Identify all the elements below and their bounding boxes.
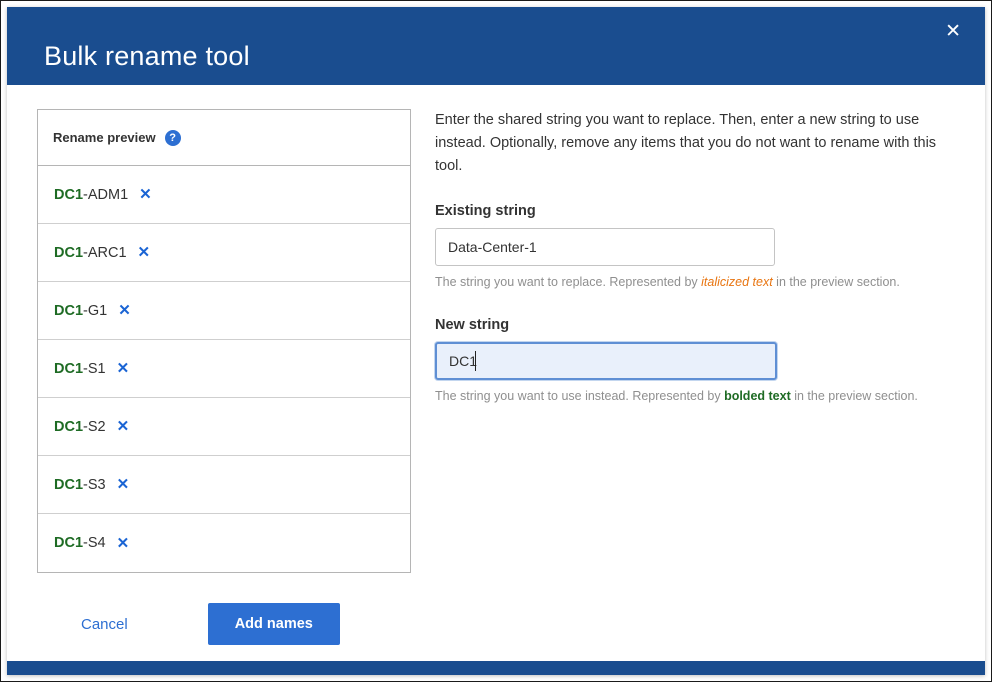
- remove-item-icon[interactable]: ✕: [117, 477, 130, 492]
- rename-preview-panel: Rename preview ? DC1-ADM1 ✕ DC1-ARC1 ✕ D…: [37, 109, 411, 661]
- item-rest-part: -S3: [83, 477, 106, 493]
- item-rest-part: -ADM1: [83, 187, 128, 203]
- close-icon[interactable]: ✕: [945, 22, 961, 41]
- item-rest-part: -ARC1: [83, 245, 127, 261]
- item-rest-part: -S2: [83, 419, 106, 435]
- new-string-input[interactable]: [435, 342, 777, 380]
- modal-footer-bar: [7, 661, 985, 675]
- helper-text: The string you want to replace. Represen…: [435, 275, 701, 289]
- remove-item-icon[interactable]: ✕: [117, 419, 130, 434]
- item-rest-part: -G1: [83, 303, 107, 319]
- cancel-button[interactable]: Cancel: [81, 616, 128, 633]
- help-icon[interactable]: ?: [165, 130, 181, 146]
- item-new-part: DC1: [54, 245, 83, 261]
- preview-row: DC1-S3 ✕: [38, 456, 410, 514]
- new-string-input-wrap: [435, 342, 777, 380]
- italicized-text-highlight: italicized text: [701, 275, 773, 289]
- remove-item-icon[interactable]: ✕: [117, 361, 130, 376]
- preview-row: DC1-S2 ✕: [38, 398, 410, 456]
- item-new-part: DC1: [54, 477, 83, 493]
- preview-row: DC1-S4 ✕: [38, 514, 410, 572]
- modal-title: Bulk rename tool: [44, 41, 250, 72]
- add-names-button[interactable]: Add names: [208, 603, 340, 645]
- helper-text: The string you want to use instead. Repr…: [435, 389, 724, 403]
- modal-header: Bulk rename tool ✕: [7, 7, 985, 85]
- remove-item-icon[interactable]: ✕: [139, 187, 152, 202]
- remove-item-icon[interactable]: ✕: [117, 536, 130, 551]
- remove-item-icon[interactable]: ✕: [138, 245, 151, 260]
- item-new-part: DC1: [54, 187, 83, 203]
- bulk-rename-modal: Bulk rename tool ✕ Rename preview ? DC1-…: [7, 7, 985, 675]
- preview-row: DC1-ARC1 ✕: [38, 224, 410, 282]
- intro-text: Enter the shared string you want to repl…: [435, 109, 940, 179]
- rename-preview-table: Rename preview ? DC1-ADM1 ✕ DC1-ARC1 ✕ D…: [37, 109, 411, 573]
- text-caret: [475, 351, 476, 371]
- new-string-helper: The string you want to use instead. Repr…: [435, 389, 957, 403]
- item-new-part: DC1: [54, 361, 83, 377]
- remove-item-icon[interactable]: ✕: [118, 303, 131, 318]
- existing-string-helper: The string you want to replace. Represen…: [435, 275, 957, 289]
- new-string-label: New string: [435, 317, 957, 333]
- rename-preview-header: Rename preview ?: [38, 110, 410, 166]
- item-new-part: DC1: [54, 419, 83, 435]
- preview-row: DC1-G1 ✕: [38, 282, 410, 340]
- item-rest-part: -S1: [83, 361, 106, 377]
- item-new-part: DC1: [54, 535, 83, 551]
- preview-row: DC1-ADM1 ✕: [38, 166, 410, 224]
- modal-actions: Cancel Add names: [37, 603, 411, 645]
- helper-text: in the preview section.: [791, 389, 918, 403]
- existing-string-input[interactable]: [435, 228, 775, 266]
- rename-preview-title: Rename preview: [53, 130, 156, 145]
- bolded-text-highlight: bolded text: [724, 389, 791, 403]
- rename-form-panel: Enter the shared string you want to repl…: [411, 109, 957, 661]
- existing-string-label: Existing string: [435, 203, 957, 219]
- modal-body: Rename preview ? DC1-ADM1 ✕ DC1-ARC1 ✕ D…: [7, 85, 985, 661]
- item-new-part: DC1: [54, 303, 83, 319]
- item-rest-part: -S4: [83, 535, 106, 551]
- helper-text: in the preview section.: [773, 275, 900, 289]
- preview-row: DC1-S1 ✕: [38, 340, 410, 398]
- screen: Bulk rename tool ✕ Rename preview ? DC1-…: [0, 0, 992, 682]
